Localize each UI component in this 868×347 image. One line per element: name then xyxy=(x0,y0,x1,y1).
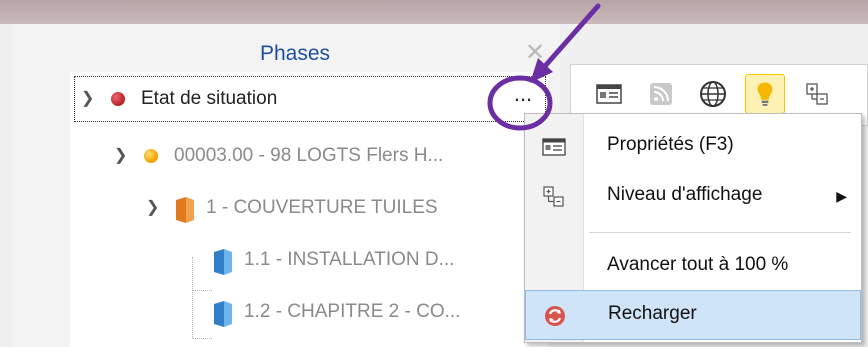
annotation-arrow-icon xyxy=(487,3,601,131)
